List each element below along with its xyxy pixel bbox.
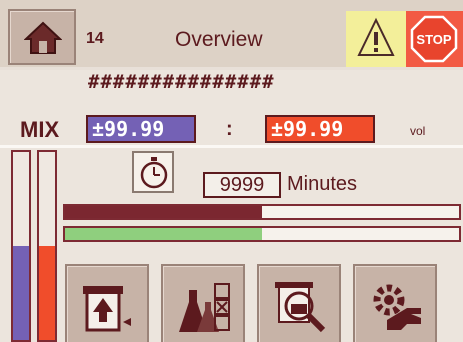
timer-button[interactable] (132, 151, 174, 193)
stop-label: STOP (416, 32, 451, 47)
lab-button[interactable] (161, 264, 245, 342)
inspect-button[interactable] (257, 264, 341, 342)
status-line: ############### (88, 71, 275, 93)
stop-button[interactable]: STOP (406, 11, 463, 67)
progress-bar-b (63, 226, 461, 242)
mix-label: MIX (20, 117, 60, 142)
timer-unit-label: Minutes (287, 173, 358, 195)
ratio-separator: : (226, 118, 233, 140)
service-settings-button[interactable] (353, 264, 437, 342)
timer-value-field[interactable]: 9999 (203, 172, 281, 198)
progress-bar-a (63, 204, 461, 220)
tank-a-level-bar (11, 150, 31, 342)
screen-number: 14 (86, 30, 104, 47)
header-bar: 14 Overview STOP (0, 0, 463, 70)
tank-b-level-fill (39, 246, 55, 340)
ratio-unit: vol (410, 124, 426, 138)
warning-button[interactable] (346, 11, 406, 67)
component-a-ratio-field[interactable]: ±99.99 (86, 115, 196, 143)
dispense-button[interactable] (65, 264, 149, 342)
page-title: Overview (175, 28, 263, 51)
progress-fill-a (65, 206, 262, 218)
progress-fill-b (65, 228, 262, 240)
tank-b-level-bar (37, 150, 57, 342)
divider (0, 145, 463, 148)
component-b-ratio-field[interactable]: ±99.99 (265, 115, 375, 143)
tank-a-level-fill (13, 246, 29, 340)
home-button[interactable] (8, 9, 76, 65)
